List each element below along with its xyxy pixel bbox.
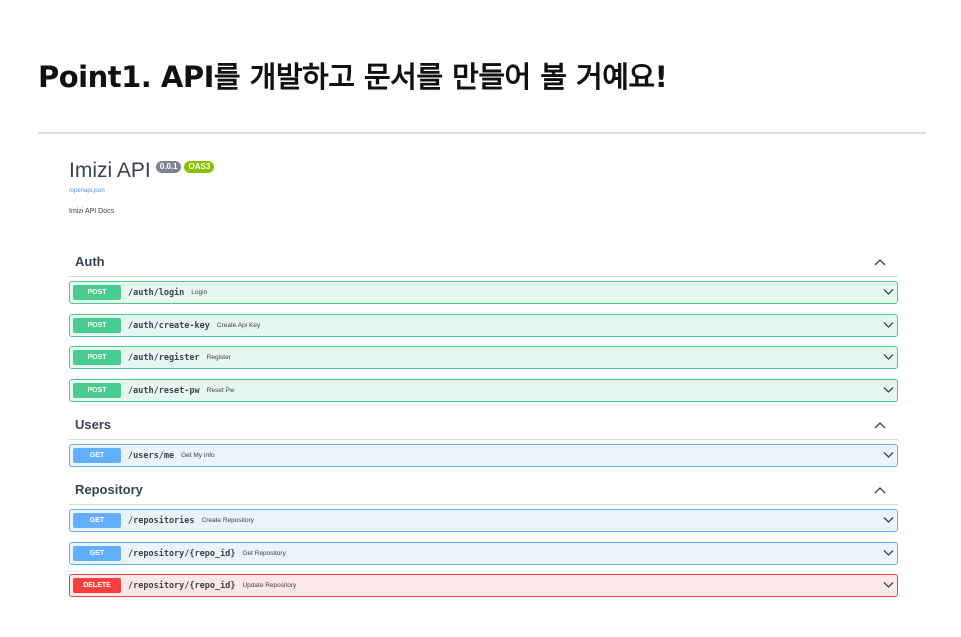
operation-summary: Update Repository [242,582,297,589]
tag-header-auth[interactable]: Auth [69,247,898,277]
operation-path: /auth/create-key [128,320,210,331]
version-badge: 0.0.1 [155,161,182,173]
chevron-down-icon[interactable] [883,288,894,296]
slide-divider [38,132,926,134]
operation-path: /auth/register [128,352,200,363]
method-badge: POST [73,383,121,398]
operation-path: /repository/{repo_id} [128,580,236,591]
method-badge: POST [73,285,121,300]
operation-path: /repositories [128,515,195,526]
oas-badge: OAS3 [184,161,215,173]
operation-row[interactable]: GET /repository/{repo_id} Get Repository [69,542,898,565]
operation-summary: Create Api Key [216,322,261,329]
operation-row[interactable]: DELETE /repository/{repo_id} Update Repo… [69,574,898,597]
operation-row[interactable]: POST /auth/create-key Create Api Key [69,314,898,337]
method-badge: POST [73,350,121,365]
operation-path: /auth/login [128,287,185,298]
swagger-ui: Imizi API 0.0.1 OAS3 /openapi.json Imizi… [69,156,898,215]
operation-row[interactable]: GET /repositories Create Repository [69,509,898,532]
tag-repository: Repository [69,475,898,505]
method-badge: POST [73,318,121,333]
tag-auth: Auth [69,247,898,277]
operation-row[interactable]: POST /auth/login Login [69,281,898,304]
chevron-down-icon[interactable] [883,386,894,394]
method-badge: DELETE [73,578,121,593]
tag-name: Users [75,417,112,432]
method-badge: GET [73,513,121,528]
operation-path: /auth/reset-pw [128,385,200,396]
openapi-json-link[interactable]: /openapi.json [69,188,898,194]
method-badge: GET [73,546,121,561]
chevron-down-icon[interactable] [883,581,894,589]
operation-summary: Reset Pw [206,387,235,394]
tag-header-users[interactable]: Users [69,410,898,440]
operation-row[interactable]: POST /auth/reset-pw Reset Pw [69,379,898,402]
api-title: Imizi API [69,159,151,182]
slide-title: Point1. API를 개발하고 문서를 만들어 볼 거예요! [38,60,668,94]
operation-row[interactable]: GET /users/me Get My Info [69,444,898,467]
tag-name: Repository [75,482,143,497]
operation-summary: Get Repository [242,550,286,557]
operation-path: /users/me [128,450,175,461]
tag-users: Users [69,410,898,440]
operation-summary: Login [191,289,208,296]
operation-row[interactable]: POST /auth/register Register [69,346,898,369]
operation-summary: Get My Info [181,452,215,459]
operation-path: /repository/{repo_id} [128,548,236,559]
chevron-down-icon[interactable] [883,549,894,557]
api-info-header: Imizi API 0.0.1 OAS3 [69,156,898,186]
tag-header-repository[interactable]: Repository [69,475,898,505]
chevron-up-icon[interactable] [874,258,886,266]
chevron-down-icon[interactable] [883,353,894,361]
operation-summary: Register [206,354,231,361]
method-badge: GET [73,448,121,463]
operation-summary: Create Repository [201,517,254,524]
tag-name: Auth [75,254,105,269]
chevron-down-icon[interactable] [883,321,894,329]
chevron-down-icon[interactable] [883,451,894,459]
chevron-down-icon[interactable] [883,516,894,524]
chevron-up-icon[interactable] [874,486,886,494]
api-description: Imizi API Docs [69,208,115,215]
chevron-up-icon[interactable] [874,421,886,429]
